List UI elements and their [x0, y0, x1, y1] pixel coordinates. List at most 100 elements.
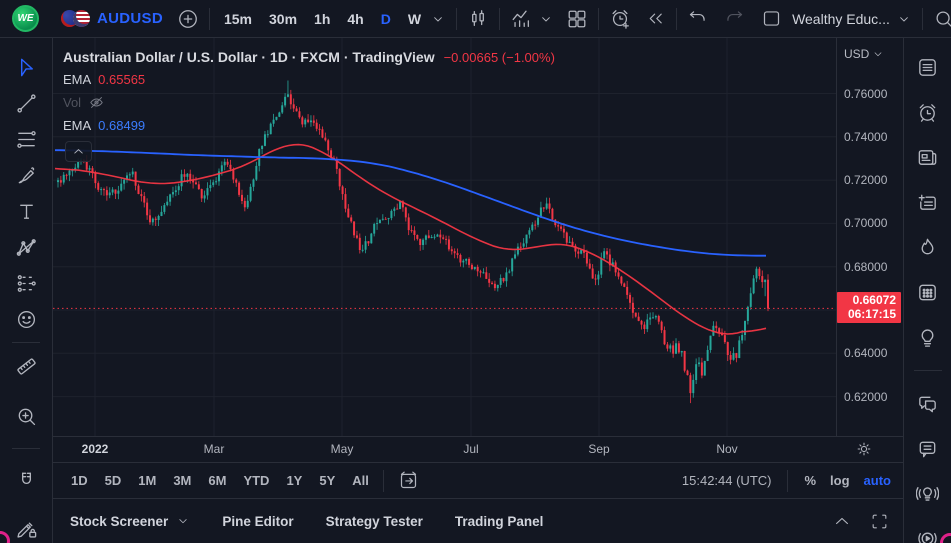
interval-30m[interactable]: 30m — [269, 11, 297, 27]
percent-scale-button[interactable]: % — [804, 473, 816, 488]
range-1m[interactable]: 1M — [138, 473, 156, 488]
ema-fast-value: 0.65565 — [98, 72, 145, 87]
range-6m[interactable]: 6M — [208, 473, 226, 488]
axis-currency[interactable]: USD — [844, 47, 884, 61]
range-ytd[interactable]: YTD — [243, 473, 269, 488]
drawing-mode-button[interactable] — [8, 510, 44, 543]
brand-logo[interactable]: WE — [12, 5, 39, 32]
interval-group: 15m 30m 1h 4h D W — [224, 11, 421, 27]
magnet-icon — [15, 469, 38, 492]
interval-menu-button[interactable] — [430, 11, 446, 27]
last-price-tag: 0.66072 06:17:15 — [837, 292, 901, 323]
pane-collapse-button[interactable] — [65, 141, 92, 162]
pattern-tool-button[interactable] — [8, 229, 44, 265]
indicators-button[interactable] — [510, 8, 532, 30]
price-tick: 0.68000 — [844, 259, 887, 275]
chats-icon — [916, 392, 939, 415]
log-scale-button[interactable]: log — [830, 473, 850, 488]
redo-button[interactable] — [724, 8, 745, 29]
bar-replay-button[interactable] — [645, 8, 666, 29]
trend-line-tool-button[interactable] — [8, 85, 44, 121]
text-tool-button[interactable] — [8, 193, 44, 229]
bottom-panel: Stock Screener Pine Editor Strategy Tester… — [53, 498, 903, 543]
interval-4h[interactable]: 4h — [347, 11, 363, 27]
layout-select-button[interactable] — [761, 8, 782, 29]
watchlist-icon — [916, 56, 939, 79]
interval-w[interactable]: W — [408, 11, 421, 27]
search-button[interactable] — [933, 8, 951, 30]
range-1d[interactable]: 1D — [71, 473, 88, 488]
time-label: Mar — [204, 442, 225, 456]
magnet-mode-button[interactable] — [8, 462, 44, 498]
tab-trading-panel[interactable]: Trading Panel — [455, 514, 544, 529]
time-label: Jul — [463, 442, 478, 456]
layout-menu-button[interactable] — [896, 11, 912, 27]
create-alert-button[interactable] — [609, 8, 631, 30]
fullscreen-button[interactable] — [870, 512, 889, 531]
tab-strategy-tester[interactable]: Strategy Tester — [326, 514, 423, 529]
calendar-button[interactable] — [906, 270, 950, 315]
ideas-button[interactable] — [906, 315, 950, 360]
tab-label: Trading Panel — [455, 514, 544, 529]
grid-layout-icon — [566, 8, 588, 30]
last-price: 0.66072 — [841, 293, 896, 307]
emoji-tool-button[interactable] — [8, 301, 44, 337]
interval-1h[interactable]: 1h — [314, 11, 330, 27]
tab-label: Stock Screener — [70, 514, 168, 529]
volume-row[interactable]: Vol — [63, 91, 555, 114]
interval-15m[interactable]: 15m — [224, 11, 252, 27]
range-5y[interactable]: 5Y — [319, 473, 335, 488]
range-3m[interactable]: 3M — [173, 473, 191, 488]
interval-d[interactable]: D — [381, 11, 391, 27]
stream-play-icon — [916, 527, 939, 543]
chart-pane[interactable]: Australian Dollar / U.S. Dollar · 1D · F… — [53, 38, 836, 436]
range-1y[interactable]: 1Y — [286, 473, 302, 488]
candlestick-icon — [467, 8, 489, 30]
watchlist-button[interactable] — [906, 45, 950, 90]
legend-title-row[interactable]: Australian Dollar / U.S. Dollar · 1D · F… — [63, 46, 555, 68]
fib-retracement-tool-button[interactable] — [8, 121, 44, 157]
zoom-in-tool-button[interactable] — [8, 398, 44, 434]
indicator-label: EMA — [63, 72, 91, 87]
ema-slow-row[interactable]: EMA 0.68499 — [63, 114, 555, 137]
price-axis[interactable]: USD 0.760000.740000.720000.700000.680000… — [836, 38, 903, 436]
indicators-menu-button[interactable] — [538, 11, 554, 27]
news-button[interactable] — [906, 135, 950, 180]
hotlists-button[interactable] — [906, 225, 950, 270]
symbol-button[interactable]: AUDUSD — [97, 10, 163, 27]
chart-legend: Australian Dollar / U.S. Dollar · 1D · F… — [63, 46, 555, 137]
calendar-dots-icon — [916, 281, 939, 304]
ruler-icon — [15, 355, 38, 378]
utc-clock[interactable]: 15:42:44 (UTC) — [682, 473, 772, 488]
range-all[interactable]: All — [352, 473, 369, 488]
text-notes-button[interactable] — [906, 180, 950, 225]
news-icon — [916, 146, 939, 169]
brush-tool-button[interactable] — [8, 157, 44, 193]
measure-tool-button[interactable] — [8, 348, 44, 384]
range-5d[interactable]: 5D — [105, 473, 122, 488]
rewind-icon — [645, 8, 666, 29]
live-streams-button[interactable] — [906, 516, 950, 543]
tab-stock-screener[interactable]: Stock Screener — [70, 514, 190, 529]
time-axis[interactable]: 2022MarMayJulSepNov — [53, 436, 903, 462]
public-chat-button[interactable] — [906, 381, 950, 426]
gear-icon[interactable] — [855, 440, 873, 458]
auto-scale-button[interactable]: auto — [864, 473, 891, 488]
streams-ideas-button[interactable] — [906, 471, 950, 516]
forecast-tool-button[interactable] — [8, 265, 44, 301]
alarm-plus-icon — [609, 8, 631, 30]
expand-panel-button[interactable] — [832, 511, 852, 531]
broadcast-bulb-icon — [916, 482, 939, 505]
goto-date-button[interactable] — [398, 470, 419, 491]
chart-style-button[interactable] — [467, 8, 489, 30]
private-chat-button[interactable] — [906, 426, 950, 471]
ema-fast-row[interactable]: EMA 0.65565 — [63, 68, 555, 91]
tab-pine-editor[interactable]: Pine Editor — [222, 514, 293, 529]
undo-button[interactable] — [687, 8, 708, 29]
layout-templates-button[interactable] — [566, 8, 588, 30]
eye-hidden-icon[interactable] — [88, 94, 105, 111]
compare-add-symbol-button[interactable] — [177, 8, 199, 30]
cursor-tool-button[interactable] — [8, 49, 44, 85]
layout-name[interactable]: Wealthy Educ... — [792, 11, 890, 27]
alerts-button[interactable] — [906, 90, 950, 135]
